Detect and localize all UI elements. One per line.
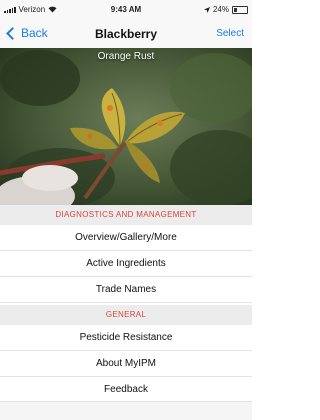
- photo-caption: Orange Rust: [97, 51, 155, 62]
- bottom-spacer: [0, 402, 252, 420]
- list-item-active-ingredients[interactable]: Active Ingredients: [0, 251, 252, 277]
- orange-rust-photo: [0, 48, 252, 205]
- list-item-pesticide-resistance[interactable]: Pesticide Resistance: [0, 325, 252, 351]
- select-button[interactable]: Select: [216, 28, 244, 39]
- location-arrow-icon: [203, 6, 210, 13]
- list-item-trade-names[interactable]: Trade Names: [0, 277, 252, 303]
- section-header-diagnostics: DIAGNOSTICS AND MANAGEMENT: [0, 205, 252, 225]
- status-bar: Verizon 9:43 AM 24%: [0, 0, 252, 20]
- section-header-general: GENERAL: [0, 305, 252, 325]
- list-item-about[interactable]: About MyIPM: [0, 351, 252, 377]
- page-title: Blackberry: [94, 27, 158, 41]
- list-item-overview[interactable]: Overview/Gallery/More: [0, 225, 252, 251]
- battery-percent: 24%: [212, 5, 229, 14]
- battery-icon: [232, 5, 248, 14]
- navigation-bar: Back Blackberry Select: [0, 20, 252, 48]
- disease-photo[interactable]: Orange Rust: [0, 48, 252, 205]
- status-right: 24%: [203, 5, 248, 14]
- list-item-feedback[interactable]: Feedback: [0, 377, 252, 402]
